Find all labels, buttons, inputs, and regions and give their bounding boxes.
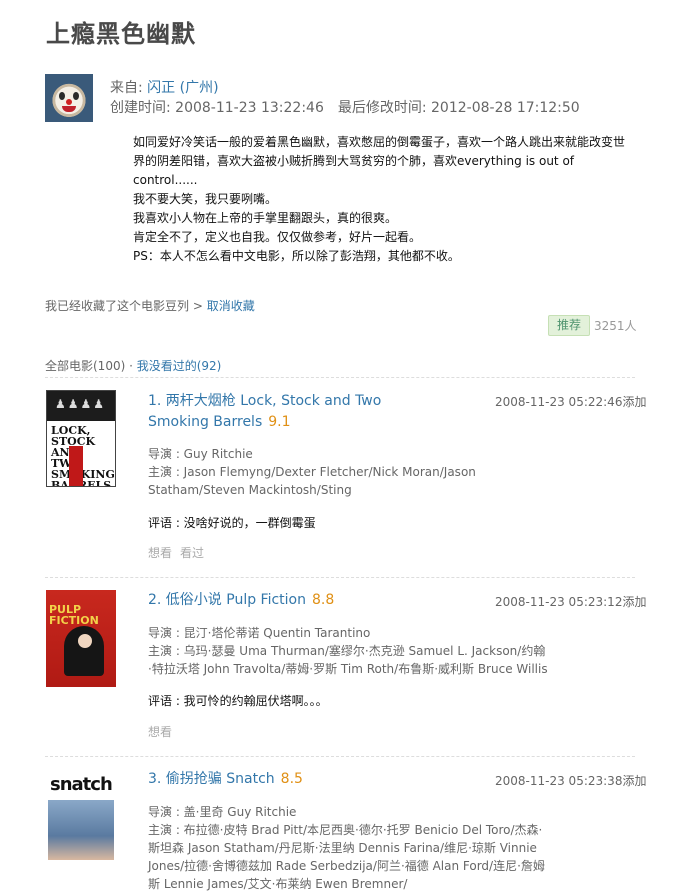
description-line: 我喜欢小人物在上帝的手掌里翻跟头，真的很爽。: [133, 211, 398, 225]
movie-comment: 评语 : 我可怜的约翰屈伏塔啊。。。: [148, 694, 328, 708]
movie-director: 导演 : 盖·里奇 Guy Ritchie: [148, 805, 297, 819]
description-line: 我不要大笑，我只要咧嘴。: [133, 192, 278, 206]
filter-unseen[interactable]: 我没看过的(92): [137, 359, 222, 373]
recommend-button[interactable]: 推荐: [548, 315, 591, 336]
from-label: 来自:: [110, 80, 148, 96]
description-line: 如同爱好冷笑话一般的爱着黑色幽默，喜欢憋屈的倒霉蛋子，喜欢一个路人跳出来就能改变…: [133, 135, 626, 187]
doulist-times: 创建时间: 2008-11-23 13:22:46 最后修改时间: 2012-08…: [110, 97, 580, 117]
movie-director: 导演 : Guy Ritchie: [148, 447, 253, 461]
movie-director: 导演 : 昆汀·塔伦蒂诺 Quentin Tarantino: [148, 626, 371, 640]
movie-rating: 8.5: [280, 771, 303, 787]
poster-title: snatch: [50, 774, 113, 795]
avatar-eye-left: [59, 92, 65, 100]
avatar-mouth: [62, 106, 76, 112]
poster-figures: [48, 800, 114, 860]
movie-title-link[interactable]: 3. 偷拐抢骗 Snatch: [148, 771, 275, 787]
recommend-count: 3251人: [594, 319, 637, 333]
movie-title: 2. 低俗小说 Pulp Fiction 8.8: [148, 590, 438, 611]
movie-actions: 想看 看过: [148, 544, 204, 561]
movie-poster[interactable]: ♟♟♟♟ LOCK, STOCK AND TWO SMOKING BARRELS: [46, 390, 116, 487]
author-location[interactable]: (广州): [180, 80, 219, 96]
created-time: 创建时间: 2008-11-23 13:22:46: [110, 100, 324, 116]
poster-figure: [64, 626, 104, 676]
doulist-description: 如同爱好冷笑话一般的爱着黑色幽默，喜欢憋屈的倒霉蛋子，喜欢一个路人跳出来就能改变…: [110, 133, 635, 266]
added-time: 2008-11-23 05:22:46添加: [495, 395, 647, 409]
want-to-watch-button[interactable]: 想看: [148, 546, 172, 560]
movie-poster[interactable]: snatch: [46, 770, 116, 867]
movie-title: 1. 两杆大烟枪 Lock, Stock and Two Smoking Bar…: [148, 391, 438, 433]
doulist-from: 来自: 闪正 (广州): [110, 77, 219, 97]
modified-time: 最后修改时间: 2012-08-28 17:12:50: [337, 100, 580, 116]
filter-bar: 全部电影(100) · 我没看过的(92): [45, 357, 221, 374]
cancel-collect-link[interactable]: 取消收藏: [207, 299, 255, 313]
movie-cast: 主演 : 乌玛·瑟曼 Uma Thurman/塞缪尔·杰克逊 Samuel L.…: [148, 644, 548, 676]
movie-title: 3. 偷拐抢骗 Snatch 8.5: [148, 769, 438, 790]
added-time: 2008-11-23 05:23:38添加: [495, 774, 647, 788]
movie-poster[interactable]: PULP FICTION: [46, 590, 116, 687]
movie-cast: 主演 : 布拉德·皮特 Brad Pitt/本尼西奥·德尔·托罗 Benicio…: [148, 823, 545, 891]
author-avatar[interactable]: [45, 74, 93, 122]
divider: [45, 377, 635, 378]
want-to-watch-button[interactable]: 想看: [148, 725, 172, 739]
filter-separator: ·: [125, 359, 137, 373]
movie-rating: 8.8: [312, 592, 335, 608]
collected-status: 我已经收藏了这个电影豆列 > 取消收藏: [45, 297, 255, 314]
author-link[interactable]: 闪正: [147, 80, 175, 96]
movie-rating: 9.1: [268, 414, 291, 430]
movie-comment: 评语 : 没啥好说的，一群倒霉蛋: [148, 516, 316, 530]
added-time: 2008-11-23 05:23:12添加: [495, 595, 647, 609]
poster-decoration: [69, 446, 83, 486]
poster-figures: ♟♟♟♟: [47, 391, 115, 421]
avatar-nose: [66, 99, 72, 105]
divider: [45, 756, 635, 757]
watched-button[interactable]: 看过: [180, 546, 204, 560]
divider: [45, 577, 635, 578]
movie-title-link[interactable]: 2. 低俗小说 Pulp Fiction: [148, 592, 306, 608]
description-line: 肯定全不了，定义也自我。仅仅做参考，好片一起看。: [133, 230, 422, 244]
collected-text: 我已经收藏了这个电影豆列 >: [45, 299, 207, 313]
movie-actions: 想看: [148, 723, 172, 740]
avatar-eye-right: [73, 92, 79, 100]
page-title: 上瘾黑色幽默: [46, 20, 196, 48]
filter-all[interactable]: 全部电影(100): [45, 359, 125, 373]
movie-cast: 主演 : Jason Flemyng/Dexter Fletcher/Nick …: [148, 465, 476, 497]
description-line: PS：本人不怎么看中文电影，所以除了彭浩翔，其他都不收。: [133, 249, 460, 263]
poster-title: PULP FICTION: [49, 603, 99, 627]
